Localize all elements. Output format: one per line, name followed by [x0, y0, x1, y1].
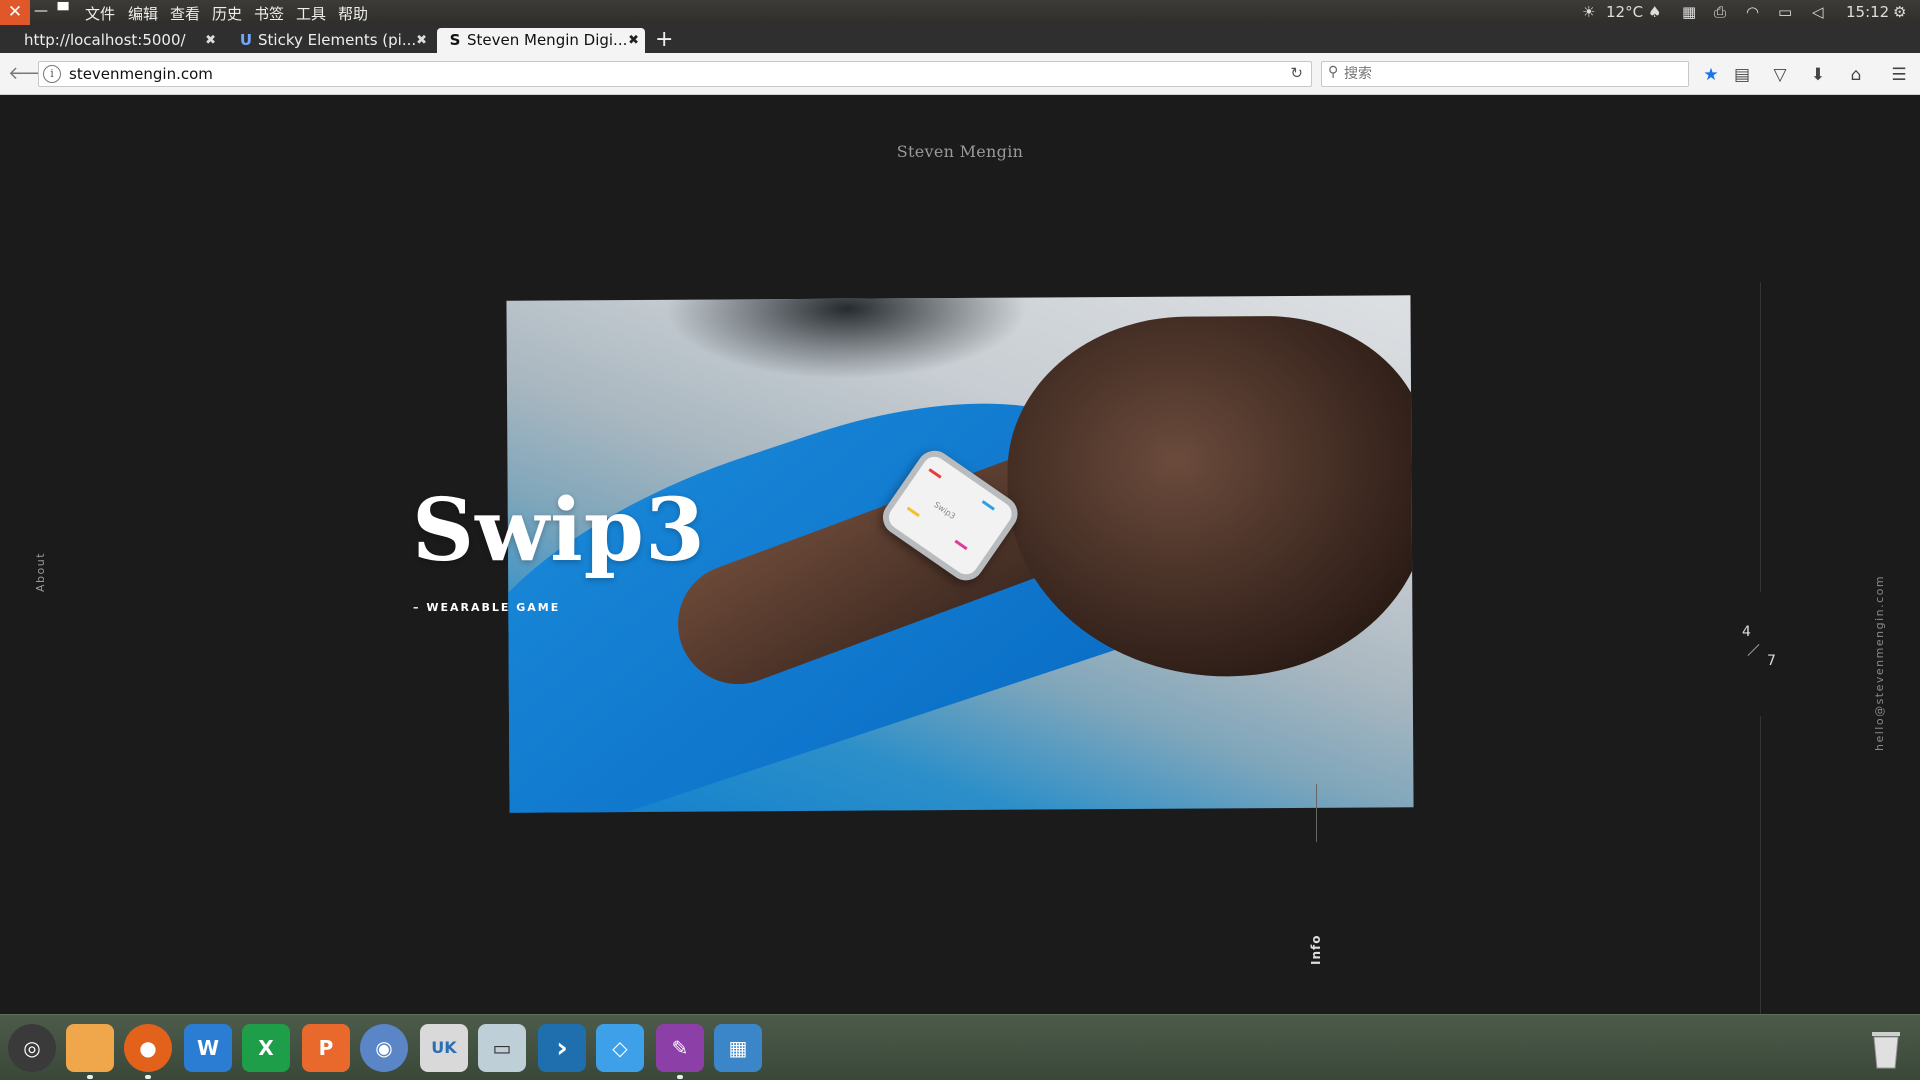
menu-file[interactable]: 文件: [85, 3, 115, 24]
system-top-panel: ✕ — ▀ 文件 编辑 查看 历史 书签 工具 帮助 ☀ 12°C ♠ ▦ ⎙ …: [0, 0, 1920, 25]
hamburger-menu-icon[interactable]: ☰: [1887, 63, 1911, 87]
excel-icon[interactable]: X: [242, 1024, 290, 1072]
pocket-icon[interactable]: ▽: [1768, 63, 1792, 87]
counter-line-top: [1760, 282, 1761, 592]
tab-localhost[interactable]: http://localhost:5000/ ✖: [14, 28, 222, 53]
window-minimize-button[interactable]: —: [30, 0, 52, 25]
menu-tools[interactable]: 工具: [296, 3, 326, 24]
volume-muted-icon[interactable]: ◁: [1812, 0, 1824, 25]
slide-counter-current: 4: [1742, 624, 1751, 640]
url-bar[interactable]: i stevenmengin.com ↻: [38, 61, 1312, 87]
info-divider: [1316, 784, 1317, 842]
files-folder-icon[interactable]: [66, 1024, 114, 1072]
weather-icon[interactable]: ☀: [1582, 0, 1595, 25]
tab-label: Steven Mengin Digi...: [467, 31, 628, 49]
weather-temp[interactable]: 12°C: [1606, 0, 1643, 25]
software-center-icon[interactable]: UK: [420, 1024, 468, 1072]
reload-icon[interactable]: ↻: [1290, 64, 1303, 82]
home-icon[interactable]: ⌂: [1844, 63, 1868, 87]
browser-tab-strip: http://localhost:5000/ ✖ U Sticky Element…: [0, 25, 1920, 53]
launcher-dock: ◎ ● W X P ◉ UK ▭ › ◇ ✎ ▦: [0, 1014, 1920, 1080]
gear-icon[interactable]: ⚙: [1893, 0, 1906, 25]
window-maximize-button[interactable]: ▀: [52, 0, 74, 25]
running-indicator: [677, 1075, 683, 1079]
about-link[interactable]: About: [34, 552, 47, 592]
clipboard-icon[interactable]: ▤: [1730, 63, 1754, 87]
tab-favicon: U: [239, 31, 253, 49]
close-icon[interactable]: ✖: [628, 28, 639, 53]
battery-icon[interactable]: ▭: [1778, 0, 1792, 25]
running-indicator: [145, 1075, 151, 1079]
bookmark-star-icon[interactable]: ★: [1699, 63, 1723, 87]
watch-screen-text: Swip3: [932, 499, 958, 522]
back-arrow-icon[interactable]: 🡐: [8, 62, 56, 86]
web-page: Steven Mengin Swip3 Swip3 – WEARABLE GAM…: [0, 96, 1920, 1020]
project-title[interactable]: Swip3: [412, 480, 706, 581]
word-icon[interactable]: W: [184, 1024, 232, 1072]
clock[interactable]: 15:12: [1846, 0, 1889, 25]
chromium-icon[interactable]: ◉: [360, 1024, 408, 1072]
menu-bookmarks[interactable]: 书签: [254, 3, 284, 24]
search-bar[interactable]: ⚲: [1321, 61, 1689, 87]
editor-pen-icon[interactable]: ✎: [656, 1024, 704, 1072]
search-input[interactable]: [1344, 64, 1674, 84]
tab-steven-mengin[interactable]: S Steven Mengin Digi... ✖: [437, 28, 645, 53]
powerpoint-icon[interactable]: P: [302, 1024, 350, 1072]
email-link[interactable]: hello@stevenmengin.com: [1873, 575, 1886, 751]
running-indicator: [87, 1075, 93, 1079]
scanner-icon[interactable]: ▭: [478, 1024, 526, 1072]
trash-icon[interactable]: [1868, 1026, 1904, 1070]
search-icon: ⚲: [1328, 64, 1339, 80]
wifi-icon[interactable]: ◠: [1746, 0, 1759, 25]
navigation-bar: 🡐 i stevenmengin.com ↻ ⚲ ★ ▤ ▽ ⬇ ⌂ ☰: [0, 53, 1920, 95]
new-tab-button[interactable]: +: [655, 27, 673, 52]
printer-icon[interactable]: ⎙: [1714, 0, 1726, 25]
project-subtitle: – WEARABLE GAME: [413, 601, 561, 614]
tab-label: Sticky Elements (pi...: [258, 31, 417, 49]
counter-line-bottom: [1760, 716, 1761, 1020]
info-link[interactable]: Info: [1309, 935, 1323, 965]
close-icon[interactable]: ✖: [205, 28, 216, 53]
menu-view[interactable]: 查看: [170, 3, 200, 24]
window-close-button[interactable]: ✕: [0, 0, 30, 25]
vscode-icon[interactable]: ›: [538, 1024, 586, 1072]
download-icon[interactable]: ⬇: [1806, 63, 1830, 87]
close-icon[interactable]: ✖: [416, 28, 427, 53]
tab-label: http://localhost:5000/: [24, 31, 186, 49]
menu-history[interactable]: 历史: [212, 3, 242, 24]
menu-help[interactable]: 帮助: [338, 3, 368, 24]
tab-favicon: S: [449, 31, 461, 49]
info-icon[interactable]: i: [43, 65, 61, 83]
notification-icon[interactable]: ♠: [1648, 0, 1661, 25]
slide-counter-divider: [1747, 643, 1760, 657]
tab-sticky-elements[interactable]: U Sticky Elements (pi... ✖: [228, 28, 433, 53]
menu-edit[interactable]: 编辑: [128, 3, 158, 24]
ubuntu-launcher-icon[interactable]: ◎: [8, 1024, 56, 1072]
calendar-icon[interactable]: ▦: [1682, 0, 1696, 25]
site-title[interactable]: Steven Mengin: [0, 142, 1920, 161]
workspace-switcher-icon[interactable]: ▦: [714, 1024, 762, 1072]
sourcetree-icon[interactable]: ◇: [596, 1024, 644, 1072]
firefox-icon[interactable]: ●: [124, 1024, 172, 1072]
url-text[interactable]: stevenmengin.com: [69, 65, 213, 83]
slide-counter-total: 7: [1767, 653, 1776, 669]
